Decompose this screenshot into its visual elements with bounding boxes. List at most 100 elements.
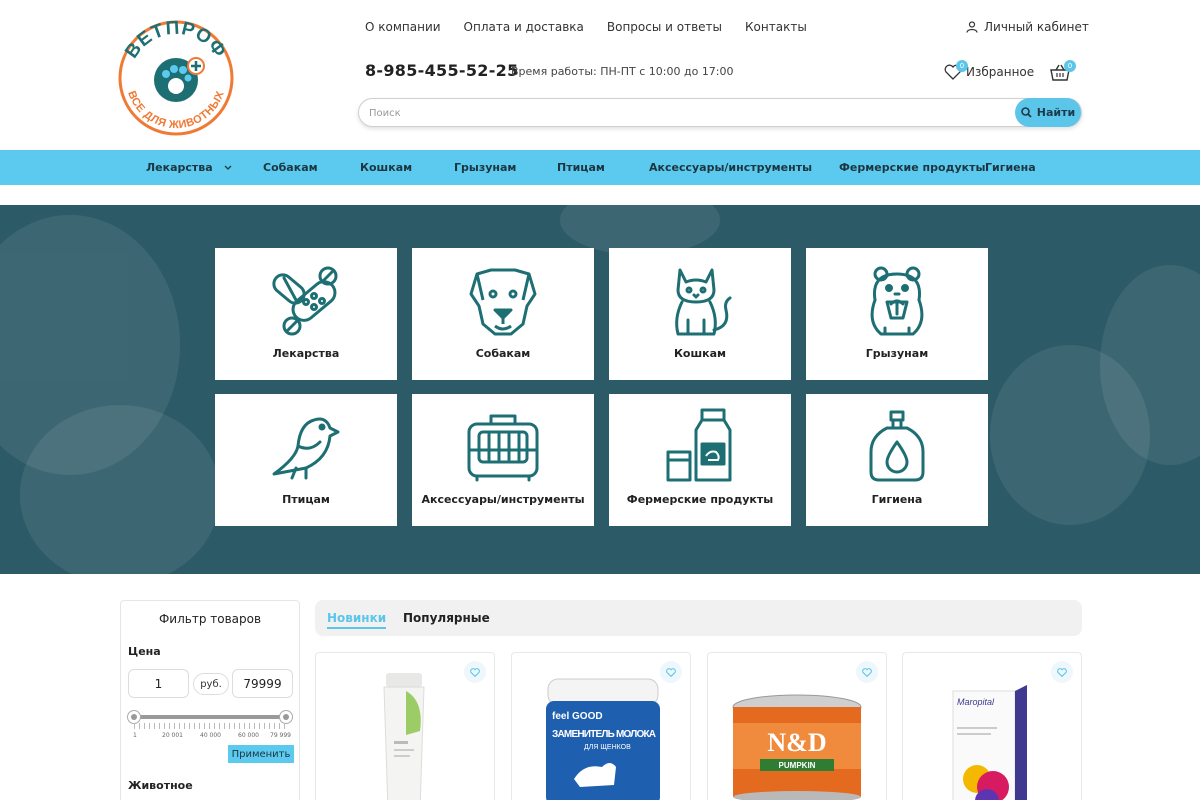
price-slider-min-handle[interactable] <box>127 710 141 724</box>
chevron-down-icon[interactable] <box>224 165 232 171</box>
price-slider-fill <box>134 715 286 719</box>
bird-icon <box>272 417 340 480</box>
product-image-milk-replacer: feel GOOD ЗАМЕНИТЕЛЬ МОЛОКА ДЛЯ ЩЕНКОВ <box>546 678 660 800</box>
product-card[interactable]: Maropital <box>902 652 1082 800</box>
search-input[interactable] <box>369 103 1009 123</box>
add-to-favorites-button[interactable] <box>660 661 682 683</box>
category-tile-cats[interactable]: Кошкам <box>609 248 791 380</box>
catnav-farm[interactable]: Фермерские продукты <box>839 161 985 174</box>
tile-label: Кошкам <box>673 347 727 360</box>
account-link[interactable]: Личный кабинет <box>966 20 1089 34</box>
nav-payment-delivery[interactable]: Оплата и доставка <box>464 20 584 34</box>
milk-icon <box>666 408 732 482</box>
add-to-favorites-button[interactable] <box>1051 661 1073 683</box>
cat-icon <box>675 268 732 336</box>
tab-new[interactable]: Новинки <box>327 611 387 629</box>
package-brand: Maropital <box>957 697 995 707</box>
catnav-rodents[interactable]: Грызунам <box>454 161 516 174</box>
search-bar: Найти <box>358 98 1082 127</box>
package-brand: N&D <box>767 728 826 757</box>
tile-label: Птицам <box>282 493 330 506</box>
hero-banner: Лекарства Собакам Кошкам Грызунам Птицам… <box>0 205 1200 574</box>
dog-icon <box>469 268 537 336</box>
product-card[interactable]: feel GOOD ЗАМЕНИТЕЛЬ МОЛОКА ДЛЯ ЩЕНКОВ <box>511 652 691 800</box>
category-tile-birds[interactable]: Птицам <box>215 394 397 526</box>
currency-label: руб. <box>193 673 229 695</box>
favorites-label: Избранное <box>966 65 1035 79</box>
heart-icon <box>470 667 480 677</box>
product-image-nd-can: N&D PUMPKIN <box>732 694 862 800</box>
category-tile-dogs[interactable]: Собакам <box>412 248 594 380</box>
tile-label: Собакам <box>475 347 531 360</box>
category-tile-hygiene[interactable]: Гигиена <box>806 394 988 526</box>
package-title: PUMPKIN <box>779 761 816 770</box>
package-subtitle: ДЛЯ ЩЕНКОВ <box>584 744 631 751</box>
tick-label: 60 000 <box>238 732 259 739</box>
catnav-cats[interactable]: Кошкам <box>360 161 412 174</box>
nav-about[interactable]: О компании <box>365 20 441 34</box>
hamster-icon <box>870 266 924 336</box>
catnav-hygiene[interactable]: Гигиена <box>985 161 1036 174</box>
user-icon <box>966 21 978 33</box>
working-hours: Время работы: ПН-ПТ с 10:00 до 17:00 <box>511 65 734 78</box>
favorites-link[interactable]: 0 Избранное <box>944 60 1035 80</box>
search-button[interactable]: Найти <box>1015 98 1081 127</box>
phone-number[interactable]: 8-985-455-52-25 <box>365 61 519 80</box>
product-image-maropital-box: Maropital <box>952 685 1027 800</box>
pills-icon <box>272 266 338 336</box>
apply-filter-button[interactable]: Применить <box>228 745 294 763</box>
price-max-input[interactable] <box>232 669 293 698</box>
add-to-favorites-button[interactable] <box>856 661 878 683</box>
category-nav: Лекарства Собакам Кошкам Грызунам Птицам… <box>0 150 1200 185</box>
hero-bg-shape <box>20 405 220 574</box>
catnav-dogs[interactable]: Собакам <box>263 161 318 174</box>
soap-icon <box>869 410 925 482</box>
heart-icon <box>1057 667 1067 677</box>
category-tile-accessories[interactable]: Аксессуары/инструменты <box>412 394 594 526</box>
add-to-favorites-button[interactable] <box>464 661 486 683</box>
heart-icon <box>666 667 676 677</box>
heart-icon <box>862 667 872 677</box>
price-slider-max-handle[interactable] <box>279 710 293 724</box>
nav-faq[interactable]: Вопросы и ответы <box>607 20 722 34</box>
price-slider-ticks <box>134 723 286 729</box>
tick-label: 1 <box>133 732 137 739</box>
catnav-medicines[interactable]: Лекарства <box>146 161 213 174</box>
product-filter: Фильтр товаров Цена руб. 1 20 001 40 000… <box>120 600 300 800</box>
tile-label: Грызунам <box>865 347 929 360</box>
catnav-accessories[interactable]: Аксессуары/инструменты <box>649 161 812 174</box>
favorites-badge: 0 <box>956 60 968 72</box>
tick-label: 79 999 <box>270 732 291 739</box>
product-image-tube <box>383 673 425 800</box>
package-brand: feel GOOD <box>552 711 603 722</box>
site-logo[interactable]: ВЕТПРОФ ВСЕ ДЛЯ ЖИВОТНЫХ <box>116 18 236 138</box>
carrier-icon <box>467 414 539 482</box>
filter-title: Фильтр товаров <box>158 612 262 626</box>
catnav-birds[interactable]: Птицам <box>557 161 605 174</box>
category-tile-rodents[interactable]: Грызунам <box>806 248 988 380</box>
price-min-input[interactable] <box>128 669 189 698</box>
tile-label: Гигиена <box>871 493 923 506</box>
tile-label: Лекарства <box>272 347 340 360</box>
nav-contacts[interactable]: Контакты <box>745 20 807 34</box>
tab-popular[interactable]: Популярные <box>403 611 490 625</box>
account-label: Личный кабинет <box>984 20 1089 34</box>
product-tabs: Новинки Популярные <box>315 600 1082 636</box>
cart-badge: 0 <box>1064 60 1076 72</box>
tick-label: 40 000 <box>200 732 221 739</box>
product-card[interactable] <box>315 652 495 800</box>
tile-label: Аксессуары/инструменты <box>421 493 585 506</box>
animal-filter-label: Животное <box>128 779 193 792</box>
tile-label: Фермерские продукты <box>626 493 774 506</box>
package-title: ЗАМЕНИТЕЛЬ МОЛОКА <box>552 729 656 740</box>
cart-button[interactable]: 0 <box>1050 60 1076 86</box>
product-card[interactable]: N&D PUMPKIN <box>707 652 887 800</box>
search-button-label: Найти <box>1036 106 1076 119</box>
top-nav: О компании Оплата и доставка Вопросы и о… <box>365 20 807 34</box>
price-slider-track[interactable] <box>134 715 286 719</box>
category-tile-medicines[interactable]: Лекарства <box>215 248 397 380</box>
price-label: Цена <box>128 645 161 658</box>
category-tile-farm[interactable]: Фермерские продукты <box>609 394 791 526</box>
search-icon <box>1020 107 1032 118</box>
tick-label: 20 001 <box>162 732 183 739</box>
